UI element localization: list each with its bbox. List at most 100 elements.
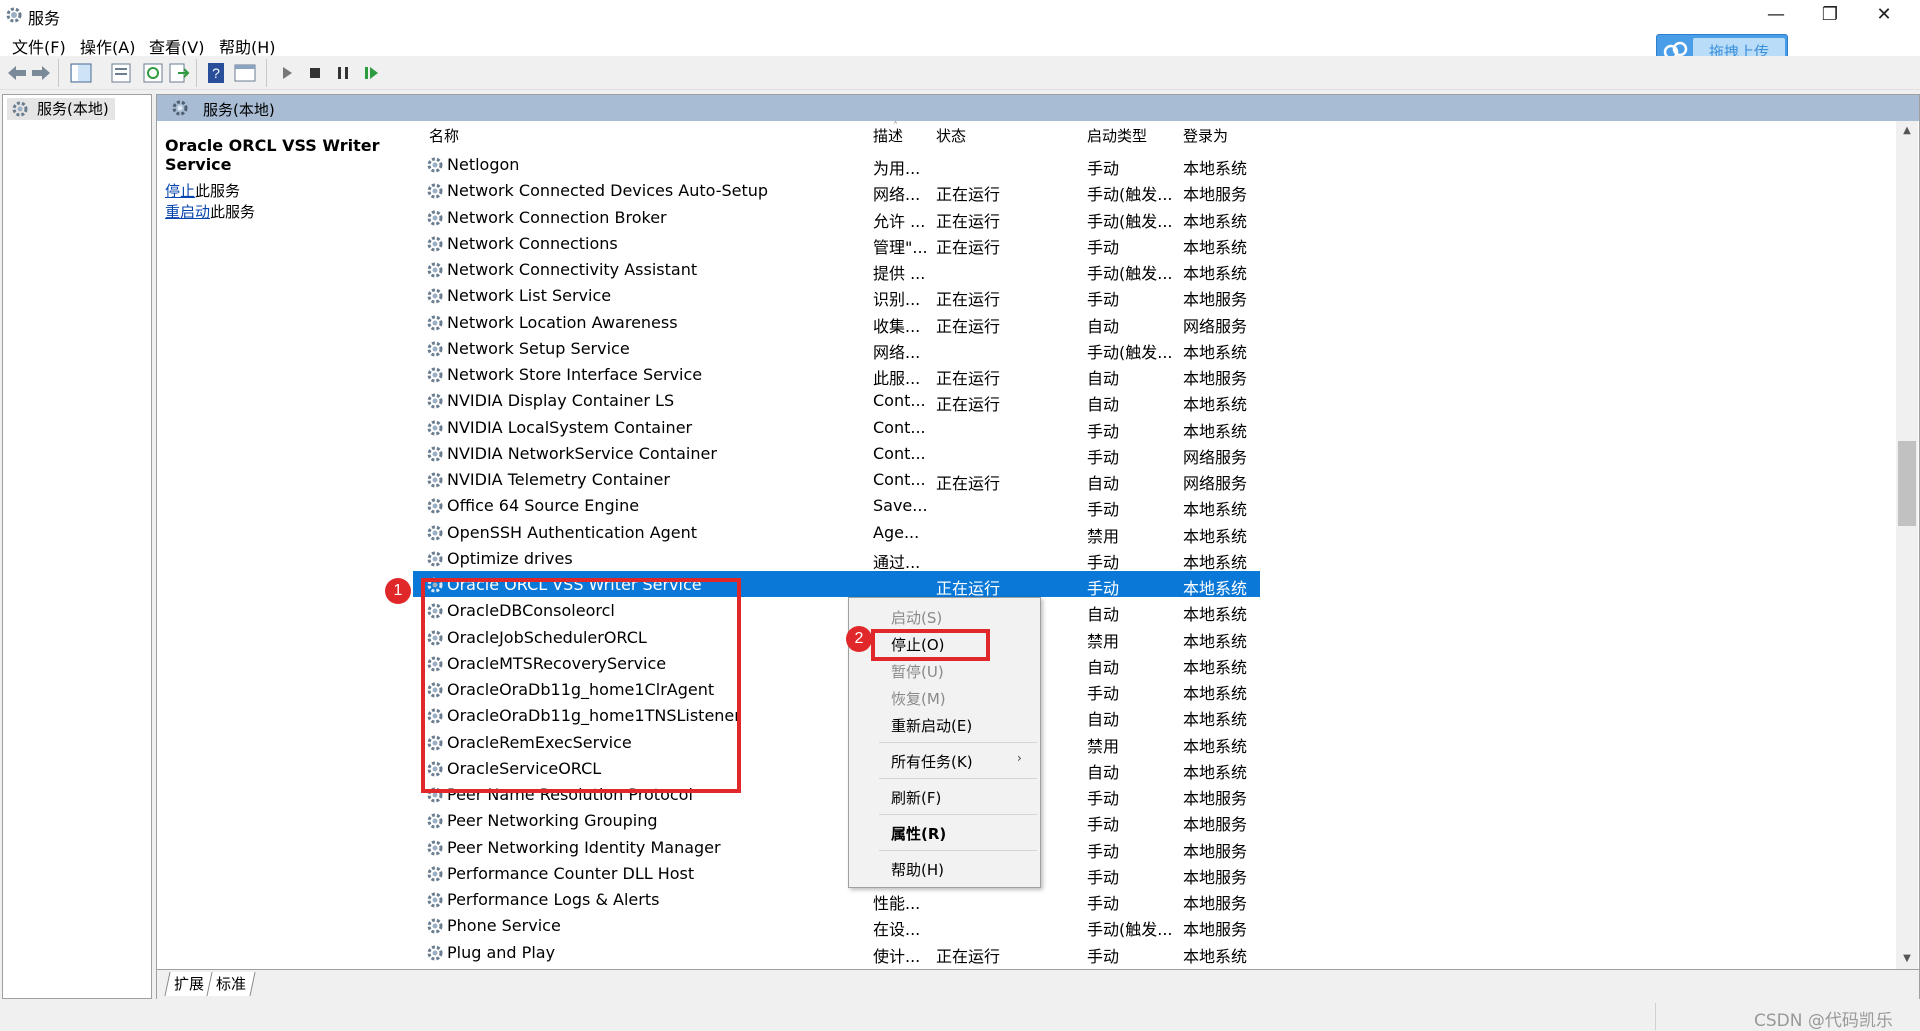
scroll-down-icon[interactable]: ▼ [1896,949,1918,969]
scrollbar-thumb[interactable] [1898,441,1916,526]
column-header-name[interactable]: 名称 [429,121,869,151]
table-row[interactable]: Network List Service 识别... 正在运行 手动 本地服务 [413,282,1260,310]
service-description: 管理"... [873,237,928,257]
service-startup-type: 禁用 [1087,736,1120,756]
menu-item-help[interactable]: 帮助(H) [891,859,944,880]
service-startup-type: 手动 [1087,290,1120,310]
table-row[interactable]: Network Connectivity Assistant 提供 ... 手动(触… [413,256,1260,283]
column-header-logon-as[interactable]: 登录为 [1183,121,1259,151]
service-status: 正在运行 [936,946,1001,966]
service-logon-as: 本地系统 [1183,421,1248,441]
service-gear-icon [427,393,443,409]
menu-file[interactable]: 文件(F) [12,34,66,58]
service-name: Phone Service [447,916,561,936]
table-row[interactable]: Network Connection Broker 允许 ... 正在运行 手动(触发… [413,204,1260,231]
close-button[interactable]: ✕ [1861,0,1907,30]
column-header-status[interactable]: 状态 [936,121,1076,151]
menu-view[interactable]: 查看(V) [149,34,204,58]
menu-item-resume[interactable]: 恢复(M) [891,688,946,709]
pause-icon[interactable] [332,62,354,84]
window-title: 服务 [28,9,61,28]
services-gear-icon [6,7,22,23]
table-row[interactable]: Network Connections 管理"... 正在运行 手动 本地系统 [413,230,1260,257]
table-row[interactable]: Performance Logs & Alerts 性能... 手动 本地服务 [413,886,1260,913]
export-icon[interactable] [168,62,190,84]
vertical-scrollbar[interactable]: ▲ ▼ [1896,121,1918,969]
service-startup-type: 自动 [1087,710,1120,730]
title-bar: 服务 — ❐ ✕ [0,0,1920,30]
service-startup-type: 自动 [1087,316,1120,336]
table-row[interactable]: Network Setup Service 网络... 手动(触发... 本地系统 [413,335,1260,362]
table-row[interactable]: Phone Service 在设... 手动(触发... 本地服务 [413,912,1260,940]
table-row[interactable]: NVIDIA LocalSystem Container Cont... 手动 本地系… [413,414,1260,441]
table-row[interactable]: Peer Networking Identity Manager 手动 本地服务 [413,834,1260,861]
menu-item-start[interactable]: 启动(S) [891,607,942,628]
toolbar: ? [0,56,1920,90]
menu-item-restart[interactable]: 重新启动(E) [891,715,972,736]
menu-action[interactable]: 操作(A) [80,34,135,58]
service-gear-icon [427,892,443,908]
column-header-startup-type[interactable]: 启动类型 [1087,121,1173,151]
table-row[interactable]: Performance Counter DLL Host 手动 本地服务 [413,860,1260,887]
menu-item-all-tasks[interactable]: 所有任务(K) [891,751,973,772]
maximize-button[interactable]: ❐ [1807,0,1853,30]
service-startup-type: 手动(触发... [1087,211,1173,231]
annotation-badge-2: 2 [846,626,872,652]
service-description: 此服... [873,369,921,388]
restart-service-action: 重启动此服务 [165,201,255,222]
menu-help[interactable]: 帮助(H) [219,34,276,58]
restart-icon[interactable] [360,62,382,84]
service-gear-icon [427,236,443,252]
export-list-icon[interactable] [110,62,132,84]
table-row[interactable]: OpenSSH Authentication Agent Age... 禁用 本地系统 [413,519,1260,546]
table-row[interactable]: Plug and Play 使计... 正在运行 手动 本地系统 [413,939,1260,966]
table-row[interactable]: Optimize drives 通过... 手动 本地系统 [413,545,1260,572]
menu-item-properties[interactable]: 属性(R) [891,823,946,844]
table-row[interactable]: Network Store Interface Service 此服... 正在运行… [413,361,1260,388]
service-name: Plug and Play [447,942,556,962]
table-row[interactable]: NVIDIA NetworkService Container Cont... 手动… [413,440,1260,467]
play-icon[interactable] [276,62,298,84]
menu-item-refresh[interactable]: 刷新(F) [891,787,941,808]
service-logon-as: 本地服务 [1183,789,1248,808]
service-name: Network Setup Service [447,338,630,358]
service-name: Peer Networking Identity Manager [447,837,721,857]
properties-icon[interactable] [234,62,256,84]
service-gear-icon [427,262,443,278]
service-gear-icon [427,866,443,882]
service-description: 使计... [873,946,921,966]
table-row[interactable]: Office 64 Source Engine Save... 手动 本地系统 [413,492,1260,519]
table-row[interactable]: NVIDIA Telemetry Container Cont... 正在运行 自动 网… [413,466,1260,493]
restart-service-link[interactable]: 重启动 [165,203,210,221]
table-row[interactable]: Network Location Awareness 收集... 正在运行 自动 网络服… [413,309,1260,336]
tab-standard[interactable]: 标准 [206,972,256,996]
console-tree-icon[interactable] [70,62,92,84]
scroll-up-icon[interactable]: ▲ [1896,121,1918,141]
service-name: NVIDIA Display Container LS [447,391,675,411]
service-logon-as: 本地系统 [1183,736,1248,756]
refresh-icon[interactable] [142,62,164,84]
menu-item-pause[interactable]: 暂停(U) [891,661,944,682]
stop-icon[interactable] [304,62,326,84]
service-logon-as: 本地服务 [1183,920,1248,940]
tab-standard-label: 标准 [216,975,247,993]
table-row[interactable]: Network Connected Devices Auto-Setup 网络..… [413,177,1260,204]
service-logon-as: 本地系统 [1183,552,1248,572]
table-row[interactable]: Netlogon 为用... 手动 本地系统 [413,151,1260,178]
help-icon[interactable]: ? [206,62,228,84]
svg-text:?: ? [212,65,220,81]
column-header-description[interactable]: 描述 [873,121,929,151]
stop-service-link[interactable]: 停止 [165,182,195,200]
service-logon-as: 本地服务 [1183,841,1248,861]
table-row[interactable]: Peer Networking Grouping 手动 本地服务 [413,807,1260,834]
menu-separator [879,778,1037,779]
back-arrow-icon[interactable] [6,62,28,84]
service-description: Save... [873,496,928,516]
service-startup-type: 手动 [1087,867,1120,887]
forward-arrow-icon[interactable] [30,62,52,84]
service-startup-type: 手动 [1087,684,1120,703]
tree-node-services-local[interactable]: 服务(本地) [7,98,115,120]
service-description: Cont... [873,391,926,411]
table-row[interactable]: NVIDIA Display Container LS Cont... 正在运行 自动… [413,387,1260,414]
minimize-button[interactable]: — [1753,0,1799,30]
